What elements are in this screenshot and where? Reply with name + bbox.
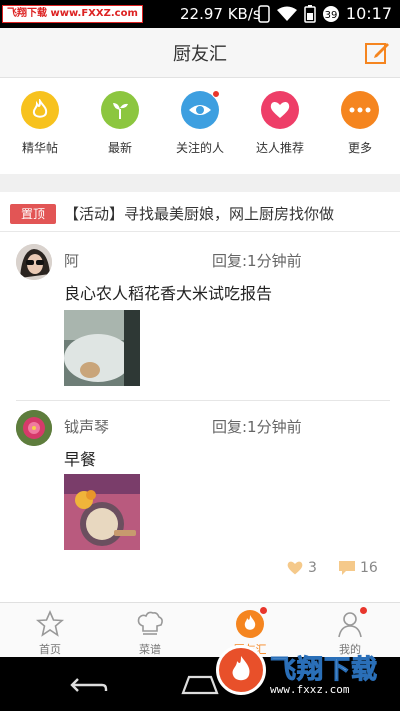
data-saver-icon: 39 — [323, 6, 339, 22]
comment-count: 16 — [360, 560, 378, 576]
flame-icon — [235, 607, 267, 639]
like-count: 3 — [308, 560, 317, 576]
avatar[interactable] — [16, 410, 52, 446]
post-image[interactable] — [64, 310, 140, 386]
sprout-icon — [101, 91, 139, 129]
category-label: 精华帖 — [21, 141, 58, 155]
tab-label: 首页 — [39, 643, 61, 656]
post-title[interactable]: 早餐 — [64, 446, 96, 470]
category-more[interactable]: 更多 — [320, 91, 400, 156]
watermark-top: 飞翔下载 www.FXXZ.com — [2, 5, 143, 23]
heart-icon — [287, 561, 303, 575]
tab-label: 菜谱 — [139, 643, 161, 656]
post-stats: 3 16 — [0, 556, 400, 584]
network-speed: 22.97 KB/s — [180, 5, 261, 23]
avatar[interactable] — [16, 244, 52, 280]
wifi-icon — [277, 6, 297, 21]
star-icon — [35, 609, 65, 639]
category-latest[interactable]: 最新 — [80, 91, 160, 156]
post-image[interactable] — [64, 474, 140, 550]
page-title: 厨友汇 — [173, 44, 227, 65]
notification-dot — [212, 90, 220, 98]
flame-icon — [21, 91, 59, 129]
pinned-badge: 置顶 — [10, 204, 56, 224]
notification-dot — [260, 607, 267, 614]
notification-dot — [360, 607, 367, 614]
sim-icon — [258, 5, 270, 23]
like-button[interactable]: 3 — [286, 560, 317, 576]
battery-icon — [304, 5, 316, 23]
category-label: 最新 — [107, 141, 132, 155]
home-icon[interactable] — [180, 673, 220, 695]
eye-icon — [181, 90, 220, 129]
category-label: 关注的人 — [175, 141, 224, 155]
title-bar: 厨友汇 — [0, 28, 400, 78]
chef-hat-icon — [135, 609, 165, 639]
post-reply-time: 回复:1分钟前 — [212, 418, 302, 436]
category-recommended[interactable]: 达人推荐 — [240, 91, 320, 156]
post-author[interactable]: 钺声琴 — [64, 416, 109, 437]
comment-icon — [339, 561, 355, 575]
post-reply-time: 回复:1分钟前 — [212, 252, 302, 270]
post-author[interactable]: 阿 — [64, 250, 79, 271]
category-following[interactable]: 关注的人 — [160, 90, 240, 156]
heart-icon — [261, 91, 299, 129]
app-window: 厨友汇 精华帖 最新 关注的人 达人推荐 更多 置顶 【活动】寻找最美厨娘，网上… — [0, 28, 400, 657]
category-label: 达人推荐 — [255, 141, 304, 155]
tab-recipes[interactable]: 菜谱 — [100, 609, 200, 657]
comment-button[interactable]: 16 — [338, 560, 378, 576]
watermark-text: 飞翔下载 — [269, 655, 379, 686]
watermark-url: www.fxxz.com — [270, 683, 350, 696]
category-bar: 精华帖 最新 关注的人 达人推荐 更多 — [0, 79, 400, 174]
watermark-bottom: 飞翔下载 www.fxxz.com — [216, 645, 392, 701]
status-icons: 39 — [258, 4, 340, 24]
post-title[interactable]: 良心农人稻花香大米试吃报告 — [64, 280, 272, 304]
watermark-logo — [216, 645, 266, 695]
category-label: 更多 — [347, 141, 372, 155]
more-icon — [341, 91, 379, 129]
post-divider — [16, 400, 390, 401]
pinned-post[interactable]: 置顶 【活动】寻找最美厨娘，网上厨房找你做 — [0, 192, 400, 232]
back-icon[interactable] — [70, 675, 108, 695]
svg-text:39: 39 — [325, 10, 338, 21]
edit-icon[interactable] — [364, 40, 390, 66]
person-icon — [335, 607, 367, 639]
clock: 10:17 — [345, 4, 392, 23]
pinned-title: 【活动】寻找最美厨娘，网上厨房找你做 — [64, 205, 335, 223]
status-bar: 飞翔下载 www.FXXZ.com 22.97 KB/s 39 10:17 — [0, 0, 400, 28]
post-item[interactable]: 阿 回复:1分钟前 良心农人稻花香大米试吃报告 — [0, 232, 400, 402]
category-featured[interactable]: 精华帖 — [0, 91, 80, 156]
tab-home[interactable]: 首页 — [0, 609, 100, 657]
